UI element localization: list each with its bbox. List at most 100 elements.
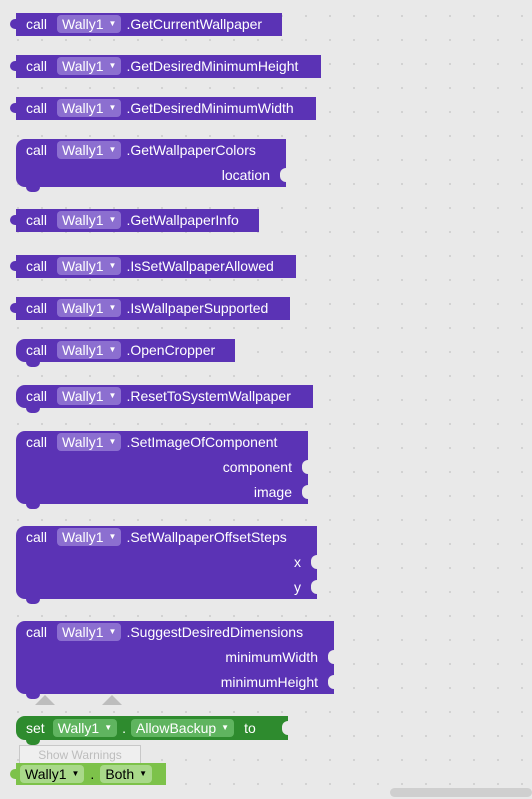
arg-location-socket[interactable] <box>280 168 286 182</box>
collapse-marker-icon <box>102 695 122 705</box>
arg-y-socket[interactable] <box>311 580 317 594</box>
component-dropdown[interactable]: Wally1 ▼ <box>57 299 122 317</box>
horizontal-scrollbar[interactable] <box>390 788 532 797</box>
dropdown-arrow-icon: ▼ <box>108 19 117 28</box>
arg-minimum-height-socket[interactable] <box>328 675 334 689</box>
arg-x-label: x <box>294 554 301 570</box>
call-keyword: call <box>26 58 48 74</box>
block-get-current-wallpaper[interactable]: call Wally1 ▼ .GetCurrentWallpaper <box>10 13 282 36</box>
dropdown-arrow-icon: ▼ <box>139 769 148 778</box>
arg-component-socket[interactable] <box>302 460 308 474</box>
next-connector <box>26 503 40 509</box>
component-dropdown[interactable]: Wally1 ▼ <box>57 528 122 546</box>
block-open-cropper[interactable]: call Wally1 ▼ .OpenCropper <box>16 339 235 367</box>
output-connector <box>10 215 17 225</box>
call-keyword: call <box>26 529 48 545</box>
output-connector <box>10 19 17 29</box>
dropdown-arrow-icon: ▼ <box>108 303 117 312</box>
dropdown-arrow-icon: ▼ <box>108 215 117 224</box>
component-dropdown[interactable]: Wally1 ▼ <box>57 141 122 159</box>
block-get-desired-minimum-width[interactable]: call Wally1 ▼ .GetDesiredMinimumWidth <box>10 97 316 120</box>
component-dropdown[interactable]: Wally1 ▼ <box>57 57 122 75</box>
arg-minimum-width-label: minimumWidth <box>225 649 318 665</box>
block-get-desired-minimum-height[interactable]: call Wally1 ▼ .GetDesiredMinimumHeight <box>10 55 321 78</box>
arg-image-label: image <box>253 484 292 500</box>
method-name: .GetWallpaperColors <box>126 142 256 158</box>
call-keyword: call <box>26 258 48 274</box>
block-is-set-wallpaper-allowed[interactable]: call Wally1 ▼ .IsSetWallpaperAllowed <box>10 255 296 278</box>
call-keyword: call <box>26 212 48 228</box>
method-name: .SuggestDesiredDimensions <box>126 624 304 640</box>
block-get-both[interactable]: Wally1 ▼ . Both ▼ <box>10 763 166 785</box>
value-socket[interactable] <box>282 721 288 735</box>
call-keyword: call <box>26 300 48 316</box>
block-set-allow-backup[interactable]: set Wally1 ▼ . AllowBackup ▼ to <box>16 716 288 745</box>
block-set-wallpaper-offset-steps[interactable]: call Wally1 ▼ .SetWallpaperOffsetSteps x … <box>16 526 317 604</box>
method-name: .SetImageOfComponent <box>126 434 278 450</box>
arg-minimum-height-label: minimumHeight <box>220 674 318 690</box>
method-name: .GetWallpaperInfo <box>126 212 239 228</box>
component-dropdown[interactable]: Wally1 ▼ <box>57 211 122 229</box>
call-keyword: call <box>26 16 48 32</box>
block-set-image-of-component[interactable]: call Wally1 ▼ .SetImageOfComponent compon… <box>16 431 308 509</box>
call-keyword: call <box>26 388 48 404</box>
arg-minimum-width-socket[interactable] <box>328 650 334 664</box>
dropdown-arrow-icon: ▼ <box>108 345 117 354</box>
method-name: .GetDesiredMinimumHeight <box>126 58 299 74</box>
property-dropdown[interactable]: Both ▼ <box>100 765 153 783</box>
output-connector <box>10 303 17 313</box>
dropdown-arrow-icon: ▼ <box>71 769 80 778</box>
component-dropdown[interactable]: Wally1 ▼ <box>57 341 122 359</box>
dropdown-arrow-icon: ▼ <box>108 391 117 400</box>
component-dropdown[interactable]: Wally1 ▼ <box>57 623 122 641</box>
dropdown-arrow-icon: ▼ <box>108 103 117 112</box>
next-connector <box>26 598 40 604</box>
dropdown-arrow-icon: ▼ <box>108 437 117 446</box>
arg-image-socket[interactable] <box>302 485 308 499</box>
dot-separator: . <box>90 766 95 782</box>
arg-x-socket[interactable] <box>311 555 317 569</box>
call-keyword: call <box>26 342 48 358</box>
component-dropdown[interactable]: Wally1 ▼ <box>20 765 85 783</box>
method-name: .IsWallpaperSupported <box>126 300 269 316</box>
block-get-wallpaper-colors[interactable]: call Wally1 ▼ .GetWallpaperColors locatio… <box>16 139 286 192</box>
component-dropdown[interactable]: Wally1 ▼ <box>57 257 122 275</box>
dot-separator: . <box>122 720 126 736</box>
block-get-wallpaper-info[interactable]: call Wally1 ▼ .GetWallpaperInfo <box>10 209 259 232</box>
show-warnings-button[interactable]: Show Warnings <box>19 745 141 765</box>
method-name: .ResetToSystemWallpaper <box>126 388 291 404</box>
output-connector <box>10 103 17 113</box>
component-dropdown[interactable]: Wally1 ▼ <box>52 719 118 737</box>
method-name: .GetCurrentWallpaper <box>126 16 263 32</box>
next-connector <box>26 186 40 192</box>
call-keyword: call <box>26 142 48 158</box>
dropdown-arrow-icon: ▼ <box>108 261 117 270</box>
method-name: .SetWallpaperOffsetSteps <box>126 529 287 545</box>
method-name: .GetDesiredMinimumWidth <box>126 100 294 116</box>
component-dropdown[interactable]: Wally1 ▼ <box>57 99 122 117</box>
output-connector <box>10 261 17 271</box>
call-keyword: call <box>26 100 48 116</box>
dropdown-arrow-icon: ▼ <box>108 61 117 70</box>
method-name: .IsSetWallpaperAllowed <box>126 258 274 274</box>
arg-y-label: y <box>294 579 301 595</box>
component-dropdown[interactable]: Wally1 ▼ <box>57 387 122 405</box>
set-keyword: set <box>26 720 45 736</box>
property-dropdown[interactable]: AllowBackup ▼ <box>131 719 235 737</box>
block-reset-to-system-wallpaper[interactable]: call Wally1 ▼ .ResetToSystemWallpaper <box>16 385 313 413</box>
arg-location-label: location <box>221 167 270 183</box>
blocks-workspace[interactable]: call Wally1 ▼ .GetCurrentWallpaper call W… <box>0 0 532 799</box>
block-is-wallpaper-supported[interactable]: call Wally1 ▼ .IsWallpaperSupported <box>10 297 290 320</box>
next-connector <box>26 407 40 413</box>
dropdown-arrow-icon: ▼ <box>104 723 113 732</box>
component-dropdown[interactable]: Wally1 ▼ <box>57 433 122 451</box>
component-dropdown[interactable]: Wally1 ▼ <box>57 15 122 33</box>
dropdown-arrow-icon: ▼ <box>108 532 117 541</box>
call-keyword: call <box>26 624 48 640</box>
dropdown-arrow-icon: ▼ <box>221 723 230 732</box>
to-keyword: to <box>244 720 256 736</box>
dropdown-arrow-icon: ▼ <box>108 627 117 636</box>
arg-component-label: component <box>222 459 292 475</box>
output-connector <box>10 61 17 71</box>
block-suggest-desired-dimensions[interactable]: call Wally1 ▼ .SuggestDesiredDimensions m… <box>16 621 334 699</box>
